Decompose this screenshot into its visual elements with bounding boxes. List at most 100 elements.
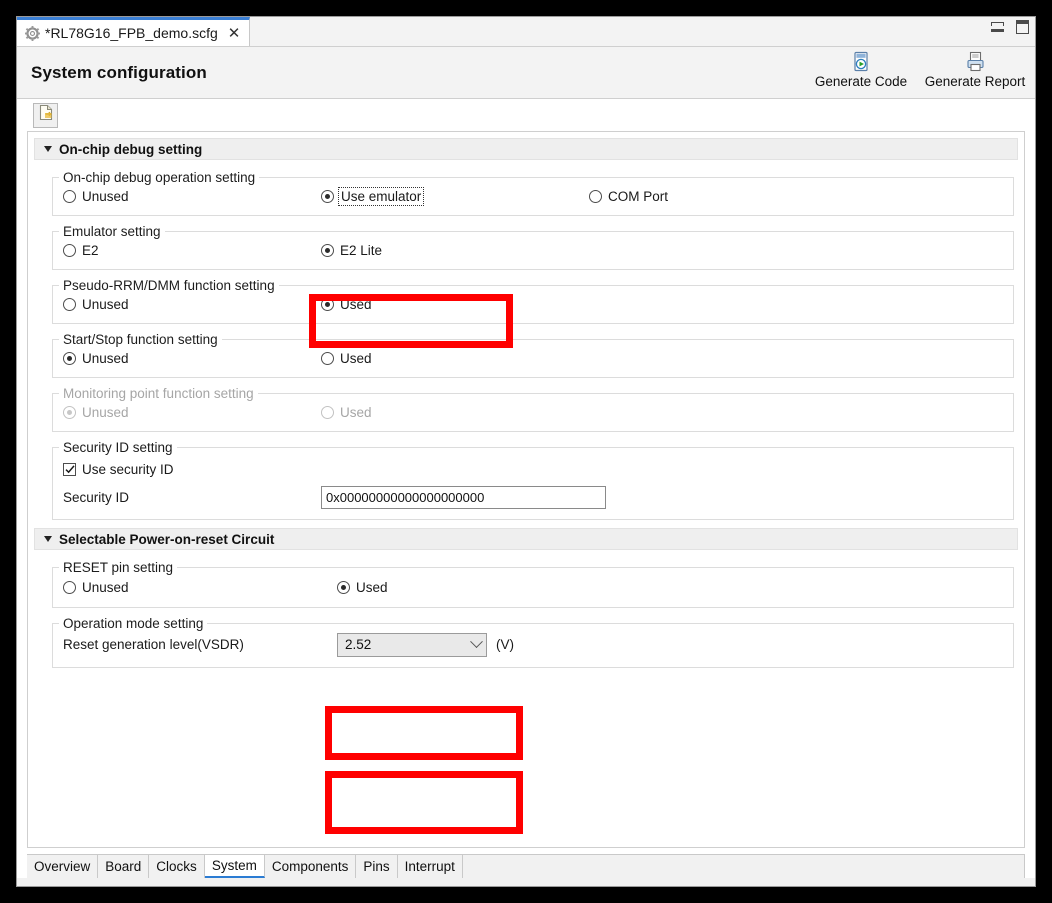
radio-reset-pin-used[interactable]: Used bbox=[321, 580, 589, 595]
radio-startstop-unused[interactable]: Unused bbox=[53, 351, 321, 366]
radio-icon bbox=[63, 190, 76, 203]
editor-tab-label: *RL78G16_FPB_demo.scfg bbox=[45, 25, 218, 41]
group-operation-mode-setting: Operation mode setting Reset generation … bbox=[52, 616, 1014, 668]
chevron-down-icon bbox=[44, 536, 52, 542]
radio-icon bbox=[321, 244, 334, 257]
group-legend: Security ID setting bbox=[63, 440, 173, 455]
generate-code-label: Generate Code bbox=[814, 74, 908, 89]
radio-label: Used bbox=[340, 351, 372, 366]
radio-monitoring-used: Used bbox=[321, 405, 589, 420]
generate-report-label: Generate Report bbox=[924, 74, 1026, 89]
radio-startstop-used[interactable]: Used bbox=[321, 351, 589, 366]
bottom-tab-board[interactable]: Board bbox=[98, 855, 150, 878]
group-monitoring-point: Monitoring point function setting Unused… bbox=[52, 386, 1014, 432]
highlight-reset-level-combo bbox=[325, 771, 523, 834]
highlight-reset-pin-used bbox=[325, 706, 523, 760]
editor-tabbar: *RL78G16_FPB_demo.scfg ✕ bbox=[17, 17, 1035, 47]
bottom-tab-components[interactable]: Components bbox=[264, 855, 357, 878]
group-legend: Start/Stop function setting bbox=[63, 332, 218, 347]
group-pseudo-rrm-dmm: Pseudo-RRM/DMM function setting Unused U… bbox=[52, 278, 1014, 324]
maximize-icon[interactable] bbox=[1016, 20, 1029, 34]
checkbox-use-security-id[interactable]: Use security ID bbox=[53, 462, 321, 477]
generate-code-button[interactable]: Generate Code bbox=[813, 50, 909, 89]
radio-label: Unused bbox=[82, 580, 129, 595]
generate-report-icon bbox=[965, 50, 986, 72]
radio-icon bbox=[337, 581, 350, 594]
group-emulator-setting: Emulator setting E2 E2 Lite bbox=[52, 224, 1014, 270]
group-legend: Operation mode setting bbox=[63, 616, 204, 631]
group-legend: On-chip debug operation setting bbox=[63, 170, 256, 185]
section-title-on-chip-debug: On-chip debug setting bbox=[59, 141, 203, 157]
editor-toolbar bbox=[17, 99, 1035, 131]
radio-label: Use emulator bbox=[337, 187, 425, 206]
radio-emulator-e2[interactable]: E2 bbox=[53, 243, 321, 258]
bottom-tabbar-filler bbox=[462, 855, 1025, 878]
group-legend: Emulator setting bbox=[63, 224, 161, 239]
radio-label: COM Port bbox=[608, 189, 669, 204]
bottom-tab-label: Components bbox=[271, 859, 349, 874]
bottom-tab-label: Board bbox=[105, 859, 142, 874]
bottom-tab-overview[interactable]: Overview bbox=[27, 855, 99, 878]
export-file-button[interactable] bbox=[33, 102, 58, 128]
radio-label: Used bbox=[340, 405, 372, 420]
radio-debug-unused[interactable]: Unused bbox=[53, 189, 321, 204]
bottom-tabbar: Overview Board Clocks System Components … bbox=[27, 854, 1025, 878]
radio-label: Used bbox=[340, 297, 372, 312]
bottom-tab-pins[interactable]: Pins bbox=[356, 855, 398, 878]
radio-reset-pin-unused[interactable]: Unused bbox=[53, 580, 321, 595]
radio-label: Used bbox=[356, 580, 388, 595]
group-on-chip-debug-operation: On-chip debug operation setting Unused U… bbox=[52, 170, 1014, 216]
close-icon[interactable]: ✕ bbox=[226, 26, 243, 41]
radio-pseudo-used[interactable]: Used bbox=[321, 297, 589, 312]
gear-icon bbox=[25, 25, 40, 41]
security-id-input[interactable] bbox=[321, 486, 606, 509]
reset-generation-level-select[interactable]: 2.52 bbox=[337, 632, 487, 657]
radio-icon bbox=[63, 298, 76, 311]
bottom-tab-system[interactable]: System bbox=[204, 855, 265, 878]
radio-monitoring-unused: Unused bbox=[53, 405, 321, 420]
editor-window: *RL78G16_FPB_demo.scfg ✕ System configur… bbox=[16, 16, 1036, 887]
radio-label: Unused bbox=[82, 297, 129, 312]
bottom-padding bbox=[17, 878, 1035, 886]
page-title: System configuration bbox=[31, 62, 207, 82]
section-header-on-chip-debug[interactable]: On-chip debug setting bbox=[34, 138, 1018, 160]
radio-icon bbox=[589, 190, 602, 203]
radio-label: E2 bbox=[82, 243, 99, 258]
bottom-tab-label: Pins bbox=[363, 859, 390, 874]
group-start-stop-function: Start/Stop function setting Unused Used bbox=[52, 332, 1014, 378]
radio-label: Unused bbox=[82, 405, 129, 420]
generate-report-button[interactable]: Generate Report bbox=[924, 50, 1026, 89]
bottom-tab-clocks[interactable]: Clocks bbox=[149, 855, 205, 878]
checkbox-label: Use security ID bbox=[82, 462, 174, 477]
radio-label: Unused bbox=[82, 189, 129, 204]
reset-generation-level-value: 2.52 bbox=[345, 637, 372, 652]
radio-pseudo-unused[interactable]: Unused bbox=[53, 297, 321, 312]
radio-label: E2 Lite bbox=[340, 243, 383, 258]
radio-icon bbox=[63, 581, 76, 594]
editor-tab-scfg[interactable]: *RL78G16_FPB_demo.scfg ✕ bbox=[17, 17, 251, 46]
section-header-power-on-reset[interactable]: Selectable Power-on-reset Circuit bbox=[34, 528, 1018, 550]
radio-emulator-e2-lite[interactable]: E2 Lite bbox=[321, 243, 589, 258]
settings-scroll-area[interactable]: On-chip debug setting On-chip debug oper… bbox=[27, 131, 1025, 848]
bottom-tab-interrupt[interactable]: Interrupt bbox=[397, 855, 463, 878]
bottom-tab-label: System bbox=[211, 858, 257, 873]
radio-icon bbox=[63, 406, 76, 419]
bottom-tab-label: Overview bbox=[34, 859, 91, 874]
radio-icon bbox=[321, 406, 334, 419]
radio-debug-com-port[interactable]: COM Port bbox=[589, 189, 668, 204]
radio-icon bbox=[321, 298, 334, 311]
radio-icon bbox=[321, 352, 334, 365]
group-legend: RESET pin setting bbox=[63, 560, 174, 575]
generate-code-icon bbox=[851, 50, 871, 72]
bottom-tab-label: Interrupt bbox=[404, 859, 455, 874]
voltage-unit-label: (V) bbox=[496, 637, 514, 652]
radio-debug-use-emulator[interactable]: Use emulator bbox=[321, 187, 589, 206]
header-actions: Generate Code Generate Report bbox=[813, 50, 1026, 89]
reset-generation-level-label: Reset generation level(VSDR) bbox=[63, 637, 244, 652]
minimize-icon[interactable] bbox=[991, 22, 1004, 32]
security-id-label: Security ID bbox=[63, 490, 130, 505]
radio-icon bbox=[63, 352, 76, 365]
bottom-tab-label: Clocks bbox=[156, 859, 197, 874]
group-legend: Pseudo-RRM/DMM function setting bbox=[63, 278, 275, 293]
section-title-power-on-reset: Selectable Power-on-reset Circuit bbox=[59, 531, 275, 547]
